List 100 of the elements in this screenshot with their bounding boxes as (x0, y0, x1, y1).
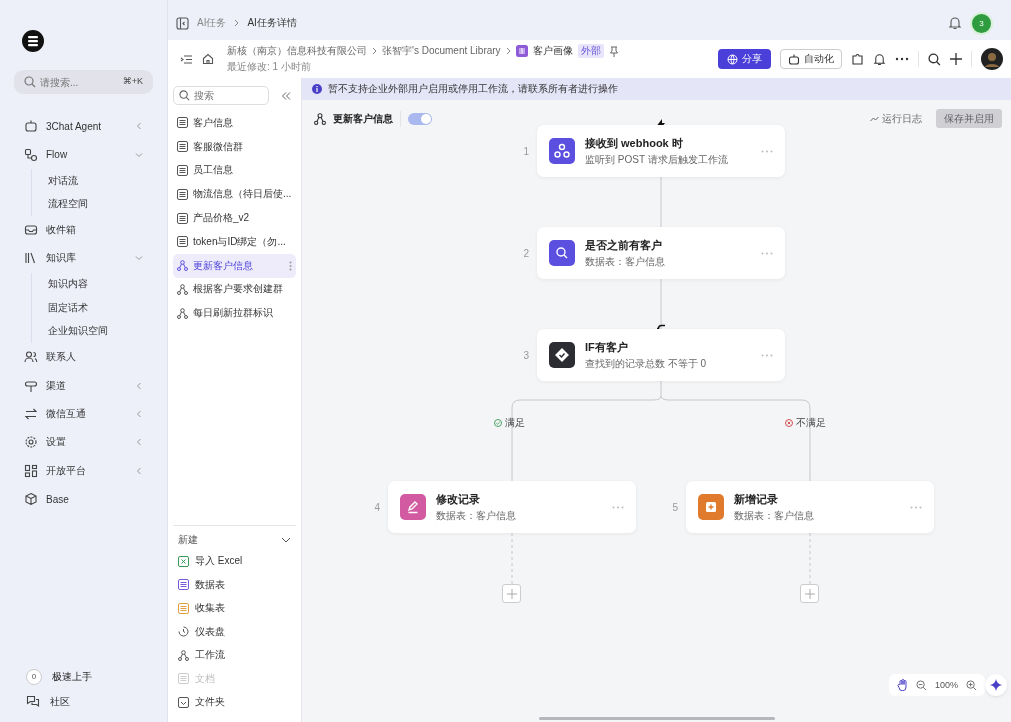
nav-item[interactable]: 收件箱 (14, 215, 153, 245)
nav-subitem[interactable]: 企业知识空间 (48, 319, 153, 344)
automation-button[interactable]: 自动化 (780, 49, 842, 69)
webhook-icon (549, 138, 575, 164)
trend-icon (870, 115, 879, 122)
path-link[interactable]: 新核（南京）信息科技有限公司 (227, 44, 367, 58)
node-subtitle: 查找到的记录总数 不等于 0 (585, 356, 708, 371)
doc-icon (178, 673, 189, 685)
search-field[interactable]: 搜索 (173, 86, 269, 105)
new-item[interactable]: 导入 Excel (173, 549, 296, 573)
step-number: 1 (522, 145, 529, 157)
nav-item[interactable]: Flow (14, 140, 153, 169)
community-link[interactable]: 社区 (50, 694, 70, 709)
table-icon (177, 165, 188, 176)
new-item[interactable]: 收集表 (173, 596, 296, 620)
file-item[interactable]: token与ID绑定（勿... (173, 230, 296, 254)
outline-icon[interactable] (180, 52, 193, 66)
plus-icon[interactable] (950, 53, 962, 65)
plus-icon (804, 588, 815, 599)
file-item[interactable]: 每日刷新拉群标识 (173, 301, 296, 326)
nav-item[interactable]: 微信互通 (14, 399, 153, 429)
quick-start-link[interactable]: 极速上手 (52, 669, 92, 684)
file-item[interactable]: 更新客户信息 (173, 253, 296, 278)
chat-bubbles-icon (26, 694, 40, 709)
hand-icon[interactable] (896, 679, 908, 691)
file-item[interactable]: 客服微信群 (173, 134, 296, 159)
new-item[interactable]: 工作流 (173, 643, 296, 667)
new-item[interactable]: 数据表 (173, 573, 296, 597)
search-icon[interactable] (928, 52, 941, 66)
table-icon (177, 188, 188, 200)
branch-label: 满足 (494, 416, 525, 430)
breadcrumb-link[interactable]: AI任务详情 (247, 16, 297, 30)
chevron-icon[interactable] (281, 536, 291, 543)
scrollbar[interactable] (539, 717, 775, 720)
share-button[interactable]: 分享 (718, 49, 771, 69)
search-icon (549, 240, 575, 266)
file-item[interactable]: 根据客户要求创建群 (173, 277, 296, 302)
nav-item[interactable]: 渠道 (14, 371, 153, 400)
new-item[interactable]: 文件夹 (173, 690, 296, 714)
zoom-in-icon[interactable] (966, 679, 977, 691)
nav-item[interactable]: 开放平台 (14, 456, 153, 485)
update-icon (400, 494, 426, 520)
puzzle-icon[interactable] (851, 52, 864, 66)
new-item[interactable]: 仪表盘 (173, 620, 296, 644)
nav-subitem[interactable]: 知识内容 (48, 272, 153, 297)
grid-icon (24, 463, 38, 478)
nav-item[interactable]: 3Chat Agent (14, 112, 153, 141)
nav-item[interactable]: 知识库 (14, 244, 153, 273)
bell-icon[interactable] (948, 16, 962, 30)
workflow-node[interactable]: 接收到 webhook 时 监听到 POST 请求后触发工作流 (537, 125, 785, 177)
workflow-node[interactable]: 修改记录 数据表：客户信息 (388, 481, 636, 533)
cube-icon (24, 492, 38, 507)
users-icon (24, 350, 38, 365)
notification-badge[interactable]: 3 (970, 11, 993, 35)
banner-text: 暂不支持企业外部用户启用或停用工作流，请联系所有者进行操作 (328, 82, 618, 96)
nav-item[interactable]: 设置 (14, 428, 153, 457)
node-title: 修改记录 (436, 491, 481, 507)
zoom-out-icon[interactable] (915, 679, 927, 691)
step-number: 2 (522, 247, 529, 259)
node-subtitle: 数据表：客户信息 (734, 508, 815, 523)
workflow-node[interactable]: IF有客户 查找到的记录总数 不等于 0 (537, 329, 785, 381)
bell-icon[interactable] (873, 52, 886, 66)
sign-icon (24, 378, 38, 393)
check-circle-icon (494, 419, 502, 427)
step-number: 5 (671, 501, 678, 513)
home-icon[interactable] (202, 53, 214, 65)
nav-item[interactable]: 联系人 (14, 343, 153, 372)
avatar[interactable] (981, 48, 1003, 70)
condition-icon (549, 342, 575, 368)
more-icon[interactable] (895, 57, 909, 61)
workflow-node[interactable]: 新增记录 数据表：客户信息 (686, 481, 934, 533)
sidebar-toggle-icon[interactable] (176, 16, 189, 30)
external-tag: 外部 (577, 44, 604, 58)
nav-item[interactable]: Base (14, 485, 153, 514)
nav-subitem[interactable]: 对话流 (48, 168, 153, 193)
pin-icon[interactable] (608, 45, 619, 57)
last-modified-text: 最近修改: 1 小时前 (227, 60, 312, 74)
table-icon (177, 117, 188, 129)
plus-icon (506, 588, 517, 599)
run-log-link[interactable]: 运行日志 (870, 111, 922, 126)
table-icon (178, 579, 189, 591)
nav-subitem[interactable]: 固定话术 (48, 296, 153, 320)
workflow-node[interactable]: 是否之前有客户 数据表：客户信息 (537, 227, 785, 279)
table-icon (177, 212, 188, 224)
robot-icon (24, 119, 38, 134)
enable-toggle[interactable] (408, 113, 432, 125)
folder-icon (178, 696, 189, 708)
node-title: IF有客户 (585, 339, 629, 355)
workflow-icon (314, 113, 326, 125)
node-subtitle: 监听到 POST 请求后触发工作流 (585, 152, 729, 167)
inbox-icon (24, 222, 38, 237)
nav-subitem[interactable]: 流程空间 (48, 192, 153, 216)
step-number: 4 (373, 501, 380, 513)
file-item[interactable]: 客户信息 (173, 111, 296, 135)
robot-icon (788, 53, 800, 65)
file-item[interactable]: 物流信息（待日后使... (173, 182, 296, 207)
ai-assistant-button[interactable] (985, 674, 1007, 696)
path-link[interactable]: 张智宇's Document Library (382, 44, 501, 58)
file-item[interactable]: 产品价格_v2 (173, 206, 296, 230)
file-item[interactable]: 员工信息 (173, 158, 296, 183)
